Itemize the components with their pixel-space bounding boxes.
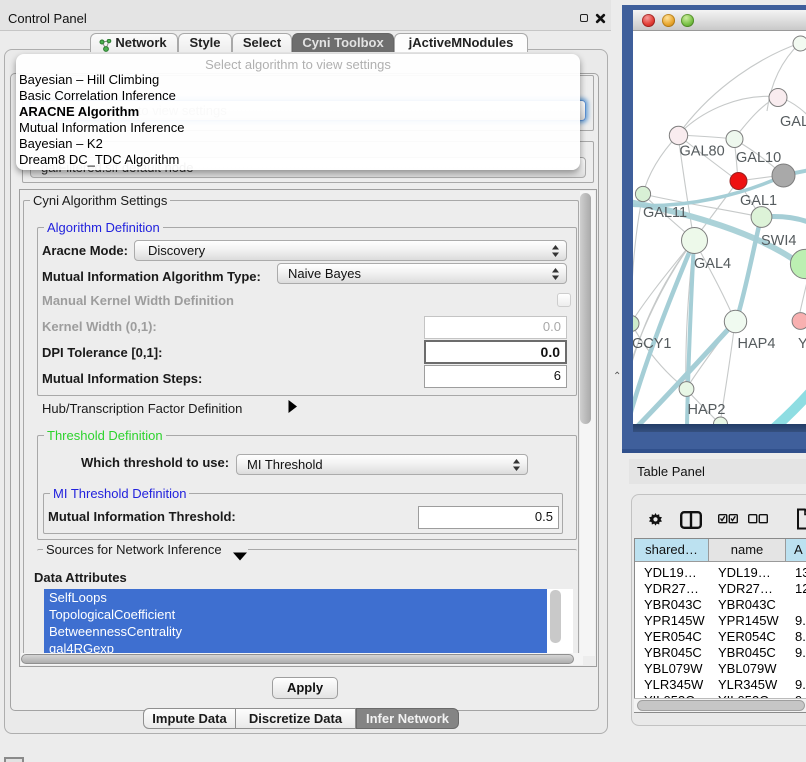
svg-text:GCY1: GCY1 <box>633 336 672 352</box>
svg-text:SWI4: SWI4 <box>761 233 796 249</box>
svg-text:GAL1: GAL1 <box>740 193 777 209</box>
svg-text:HAP2: HAP2 <box>688 402 726 418</box>
svg-text:GAL10: GAL10 <box>736 150 781 166</box>
svg-text:Y: Y <box>798 336 806 352</box>
svg-text:HAP4: HAP4 <box>738 336 776 352</box>
svg-text:GAL4: GAL4 <box>694 256 731 272</box>
svg-text:GAL11: GAL11 <box>643 205 687 221</box>
svg-text:GAL80: GAL80 <box>680 144 725 160</box>
svg-text:GAL2: GAL2 <box>780 114 806 130</box>
